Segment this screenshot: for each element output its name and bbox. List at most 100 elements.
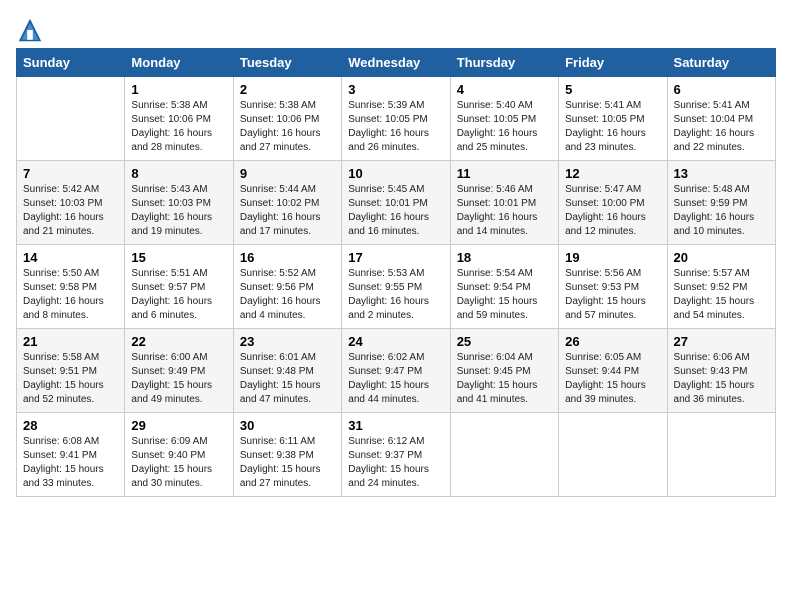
calendar-cell: 22 Sunrise: 6:00 AM Sunset: 9:49 PM Dayli…	[125, 329, 233, 413]
day-info: Sunrise: 5:45 AM Sunset: 10:01 PM Daylig…	[348, 183, 443, 239]
day-number: 21	[23, 334, 118, 349]
calendar-cell: 7 Sunrise: 5:42 AM Sunset: 10:03 PM Dayli…	[17, 161, 125, 245]
day-number: 13	[674, 166, 769, 181]
day-info: Sunrise: 6:11 AM Sunset: 9:38 PM Dayligh…	[240, 435, 335, 491]
day-number: 1	[131, 82, 226, 97]
day-number: 19	[565, 250, 660, 265]
calendar-cell: 20Sunrise: 5:57 AM Sunset: 9:52 PM Dayli…	[667, 245, 775, 329]
day-number: 10	[348, 166, 443, 181]
day-number: 3	[348, 82, 443, 97]
calendar-cell	[667, 413, 775, 497]
day-number: 12	[565, 166, 660, 181]
day-info: Sunrise: 6:00 AM Sunset: 9:49 PM Dayligh…	[131, 351, 226, 407]
calendar-cell: 30 Sunrise: 6:11 AM Sunset: 9:38 PM Dayli…	[233, 413, 341, 497]
day-number: 26	[565, 334, 660, 349]
day-info: Sunrise: 6:12 AM Sunset: 9:37 PM Dayligh…	[348, 435, 443, 491]
day-info: Sunrise: 6:08 AM Sunset: 9:41 PM Dayligh…	[23, 435, 118, 491]
main-container: SundayMondayTuesdayWednesdayThursdayFrid…	[0, 0, 792, 505]
day-info: Sunrise: 5:58 AM Sunset: 9:51 PM Dayligh…	[23, 351, 118, 407]
day-number: 18	[457, 250, 552, 265]
day-number: 31	[348, 418, 443, 433]
calendar-cell	[450, 413, 558, 497]
day-number: 2	[240, 82, 335, 97]
calendar-cell: 17 Sunrise: 5:53 AM Sunset: 9:55 PM Dayli…	[342, 245, 450, 329]
day-info: Sunrise: 5:46 AM Sunset: 10:01 PM Daylig…	[457, 183, 552, 239]
calendar-header-friday: Friday	[559, 49, 667, 77]
calendar-cell: 26Sunrise: 6:05 AM Sunset: 9:44 PM Dayli…	[559, 329, 667, 413]
day-number: 4	[457, 82, 552, 97]
calendar-table: SundayMondayTuesdayWednesdayThursdayFrid…	[16, 48, 776, 497]
day-info: Sunrise: 5:56 AM Sunset: 9:53 PM Dayligh…	[565, 267, 660, 323]
day-number: 28	[23, 418, 118, 433]
calendar-cell: 21 Sunrise: 5:58 AM Sunset: 9:51 PM Dayli…	[17, 329, 125, 413]
logo-icon	[16, 16, 44, 44]
day-info: Sunrise: 6:06 AM Sunset: 9:43 PM Dayligh…	[674, 351, 769, 407]
calendar-cell: 3Sunrise: 5:39 AM Sunset: 10:05 PM Dayli…	[342, 77, 450, 161]
calendar-cell: 5 Sunrise: 5:41 AM Sunset: 10:05 PM Dayli…	[559, 77, 667, 161]
calendar-header-wednesday: Wednesday	[342, 49, 450, 77]
calendar-header-monday: Monday	[125, 49, 233, 77]
day-info: Sunrise: 5:51 AM Sunset: 9:57 PM Dayligh…	[131, 267, 226, 323]
calendar-cell: 2Sunrise: 5:38 AM Sunset: 10:06 PM Dayli…	[233, 77, 341, 161]
day-info: Sunrise: 5:53 AM Sunset: 9:55 PM Dayligh…	[348, 267, 443, 323]
calendar-cell	[17, 77, 125, 161]
day-info: Sunrise: 5:41 AM Sunset: 10:04 PM Daylig…	[674, 99, 769, 155]
day-info: Sunrise: 6:04 AM Sunset: 9:45 PM Dayligh…	[457, 351, 552, 407]
day-info: Sunrise: 6:01 AM Sunset: 9:48 PM Dayligh…	[240, 351, 335, 407]
calendar-week-row: 7 Sunrise: 5:42 AM Sunset: 10:03 PM Dayli…	[17, 161, 776, 245]
calendar-cell: 1 Sunrise: 5:38 AM Sunset: 10:06 PM Dayli…	[125, 77, 233, 161]
calendar-header-sunday: Sunday	[17, 49, 125, 77]
day-info: Sunrise: 5:47 AM Sunset: 10:00 PM Daylig…	[565, 183, 660, 239]
calendar-cell: 9 Sunrise: 5:44 AM Sunset: 10:02 PM Dayli…	[233, 161, 341, 245]
calendar-header-thursday: Thursday	[450, 49, 558, 77]
calendar-cell: 18Sunrise: 5:54 AM Sunset: 9:54 PM Dayli…	[450, 245, 558, 329]
day-info: Sunrise: 6:02 AM Sunset: 9:47 PM Dayligh…	[348, 351, 443, 407]
calendar-cell: 15Sunrise: 5:51 AM Sunset: 9:57 PM Dayli…	[125, 245, 233, 329]
logo	[16, 16, 46, 44]
calendar-cell: 25 Sunrise: 6:04 AM Sunset: 9:45 PM Dayli…	[450, 329, 558, 413]
header	[16, 16, 776, 44]
calendar-cell: 4 Sunrise: 5:40 AM Sunset: 10:05 PM Dayli…	[450, 77, 558, 161]
calendar-cell: 11 Sunrise: 5:46 AM Sunset: 10:01 PM Dayl…	[450, 161, 558, 245]
calendar-cell: 19 Sunrise: 5:56 AM Sunset: 9:53 PM Dayli…	[559, 245, 667, 329]
day-info: Sunrise: 5:42 AM Sunset: 10:03 PM Daylig…	[23, 183, 118, 239]
day-number: 14	[23, 250, 118, 265]
calendar-cell: 8 Sunrise: 5:43 AM Sunset: 10:03 PM Dayli…	[125, 161, 233, 245]
day-info: Sunrise: 5:40 AM Sunset: 10:05 PM Daylig…	[457, 99, 552, 155]
calendar-week-row: 21 Sunrise: 5:58 AM Sunset: 9:51 PM Dayli…	[17, 329, 776, 413]
calendar-cell: 28 Sunrise: 6:08 AM Sunset: 9:41 PM Dayli…	[17, 413, 125, 497]
day-number: 25	[457, 334, 552, 349]
day-info: Sunrise: 5:48 AM Sunset: 9:59 PM Dayligh…	[674, 183, 769, 239]
day-number: 16	[240, 250, 335, 265]
calendar-cell: 10 Sunrise: 5:45 AM Sunset: 10:01 PM Dayl…	[342, 161, 450, 245]
day-info: Sunrise: 5:50 AM Sunset: 9:58 PM Dayligh…	[23, 267, 118, 323]
calendar-week-row: 28 Sunrise: 6:08 AM Sunset: 9:41 PM Dayli…	[17, 413, 776, 497]
calendar-cell: 24 Sunrise: 6:02 AM Sunset: 9:47 PM Dayli…	[342, 329, 450, 413]
day-info: Sunrise: 5:44 AM Sunset: 10:02 PM Daylig…	[240, 183, 335, 239]
day-number: 7	[23, 166, 118, 181]
day-number: 6	[674, 82, 769, 97]
day-number: 30	[240, 418, 335, 433]
calendar-week-row: 1 Sunrise: 5:38 AM Sunset: 10:06 PM Dayli…	[17, 77, 776, 161]
day-number: 8	[131, 166, 226, 181]
day-info: Sunrise: 5:52 AM Sunset: 9:56 PM Dayligh…	[240, 267, 335, 323]
calendar-cell: 6 Sunrise: 5:41 AM Sunset: 10:04 PM Dayli…	[667, 77, 775, 161]
day-info: Sunrise: 5:43 AM Sunset: 10:03 PM Daylig…	[131, 183, 226, 239]
day-number: 29	[131, 418, 226, 433]
day-number: 9	[240, 166, 335, 181]
day-number: 24	[348, 334, 443, 349]
day-number: 17	[348, 250, 443, 265]
day-info: Sunrise: 6:09 AM Sunset: 9:40 PM Dayligh…	[131, 435, 226, 491]
day-number: 22	[131, 334, 226, 349]
day-info: Sunrise: 5:57 AM Sunset: 9:52 PM Dayligh…	[674, 267, 769, 323]
calendar-cell	[559, 413, 667, 497]
day-info: Sunrise: 5:38 AM Sunset: 10:06 PM Daylig…	[131, 99, 226, 155]
calendar-cell: 27 Sunrise: 6:06 AM Sunset: 9:43 PM Dayli…	[667, 329, 775, 413]
day-number: 23	[240, 334, 335, 349]
day-number: 27	[674, 334, 769, 349]
calendar-cell: 16 Sunrise: 5:52 AM Sunset: 9:56 PM Dayli…	[233, 245, 341, 329]
day-info: Sunrise: 5:41 AM Sunset: 10:05 PM Daylig…	[565, 99, 660, 155]
day-number: 5	[565, 82, 660, 97]
day-number: 11	[457, 166, 552, 181]
calendar-cell: 12 Sunrise: 5:47 AM Sunset: 10:00 PM Dayl…	[559, 161, 667, 245]
